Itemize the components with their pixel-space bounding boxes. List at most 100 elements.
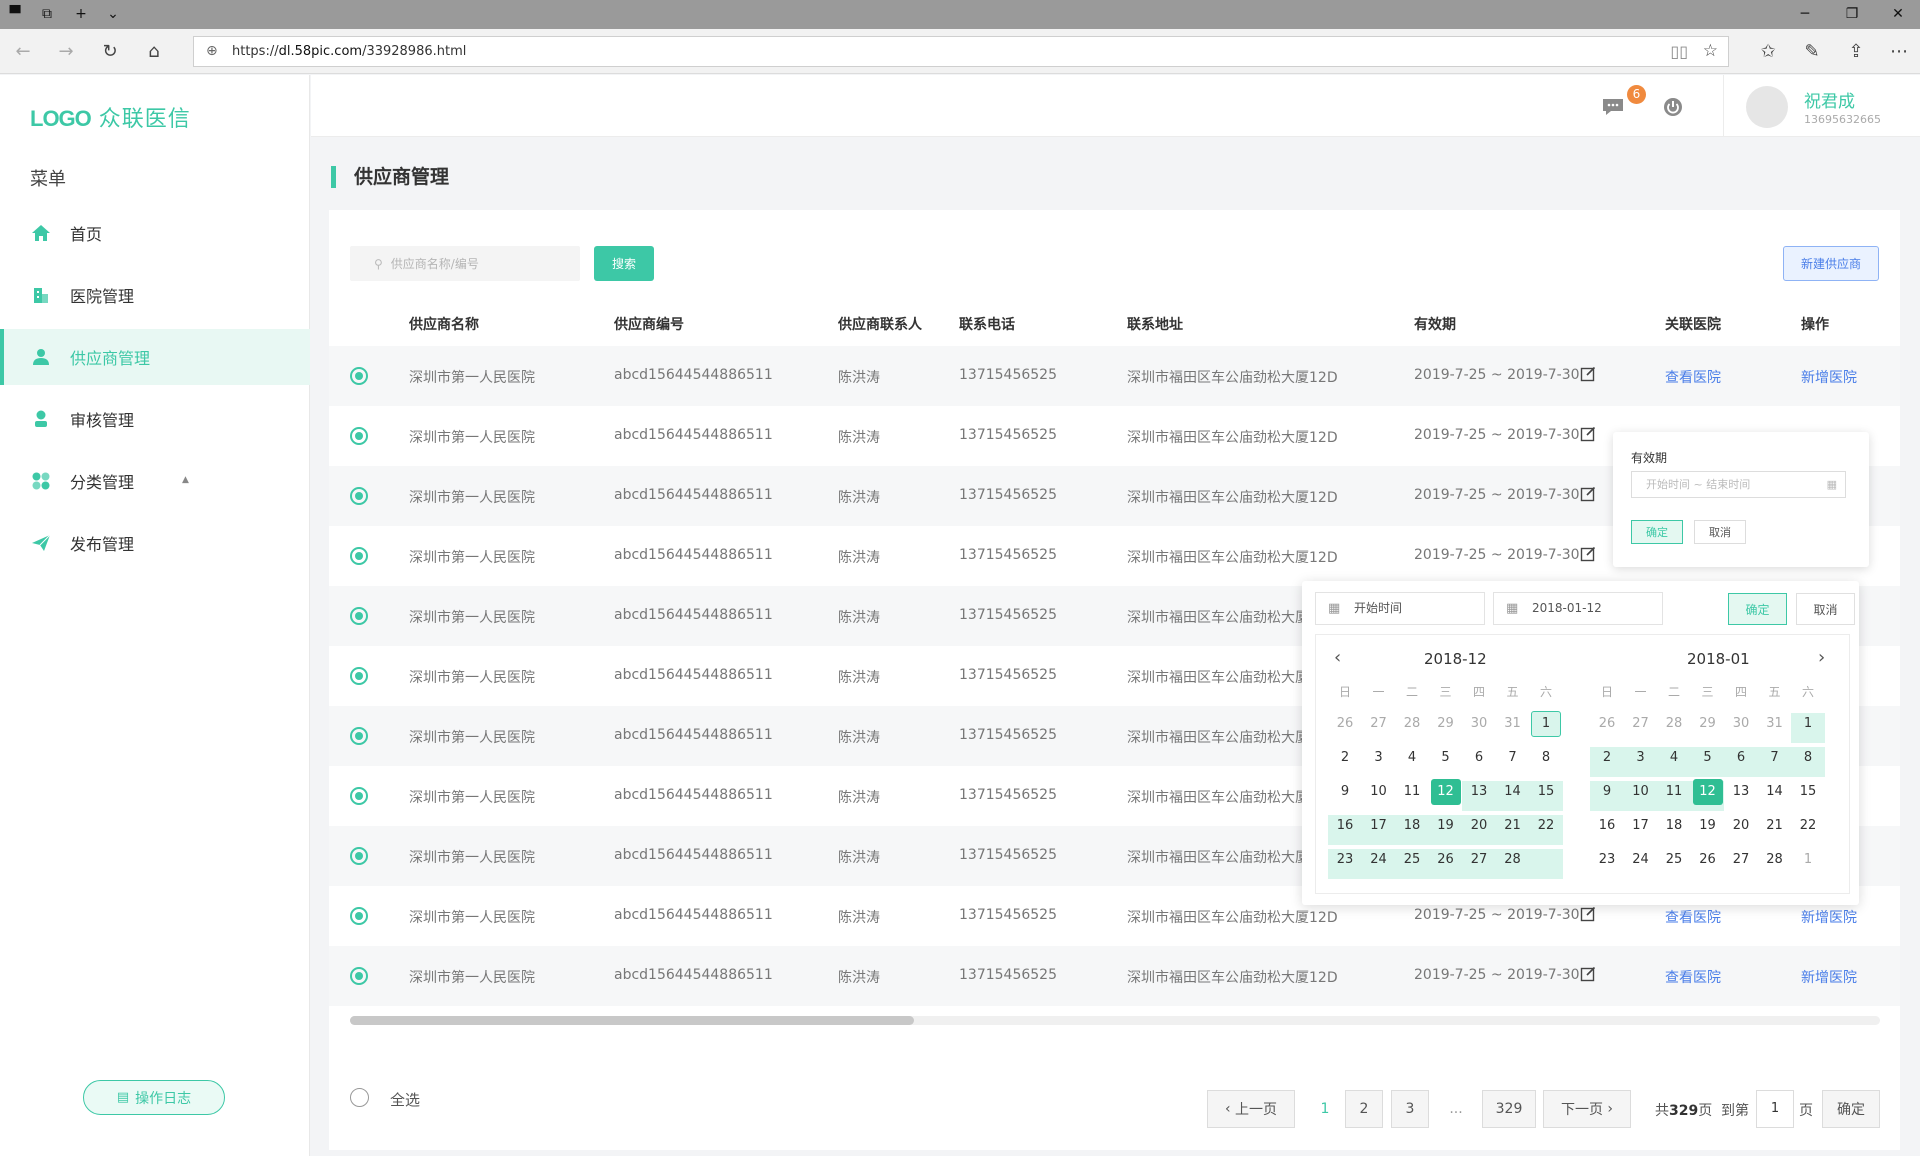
tab-list-chevron-icon[interactable]: ⌄ xyxy=(104,6,122,22)
calendar-day[interactable]: 22 xyxy=(1531,813,1561,839)
search-input[interactable]: ⚲ 供应商名称/编号 xyxy=(350,246,580,281)
end-date-input[interactable]: ▦ 2018-01-12 xyxy=(1493,592,1663,625)
table-row[interactable]: 深圳市第一人民医院 abcd15644544886511 陈洪涛 1371545652… xyxy=(329,346,1900,406)
calendar-day[interactable]: 4 xyxy=(1659,745,1689,771)
row-radio[interactable] xyxy=(350,667,368,685)
page-last[interactable]: 329 xyxy=(1482,1090,1536,1128)
calendar-day[interactable]: 24 xyxy=(1626,847,1656,873)
new-supplier-button[interactable]: 新建供应商 xyxy=(1783,246,1879,281)
calendar-day[interactable]: 28 xyxy=(1397,711,1427,737)
calendar-day[interactable]: 21 xyxy=(1760,813,1790,839)
calendar-day[interactable]: 19 xyxy=(1693,813,1723,839)
tab-actions-icon[interactable]: ▀ xyxy=(6,6,24,22)
sidebar-item-hospital[interactable]: 医院管理 xyxy=(0,267,310,323)
calendar-day[interactable]: 28 xyxy=(1659,711,1689,737)
calendar-day[interactable]: 27 xyxy=(1726,847,1756,873)
more-icon[interactable]: ⋯ xyxy=(1888,41,1910,63)
calendar-day[interactable]: 27 xyxy=(1626,711,1656,737)
edit-icon[interactable] xyxy=(1580,366,1596,382)
address-bar[interactable]: ⊕ https://dl.58pic.com/33928986.html ▯▯ … xyxy=(193,36,1729,67)
page-2[interactable]: 2 xyxy=(1345,1090,1383,1128)
datepicker-cancel-button[interactable]: 取消 xyxy=(1796,593,1855,625)
sidebar-item-supplier[interactable]: 供应商管理 xyxy=(0,329,310,385)
calendar-day[interactable]: 9 xyxy=(1330,779,1360,805)
row-radio[interactable] xyxy=(350,487,368,505)
calendar-day[interactable]: 14 xyxy=(1760,779,1790,805)
start-date-input[interactable]: ▦ 开始时间 xyxy=(1315,592,1485,625)
calendar-day[interactable]: 29 xyxy=(1693,711,1723,737)
add-hospital-link[interactable]: 新增医院 xyxy=(1801,907,1857,927)
calendar-day[interactable]: 22 xyxy=(1793,813,1823,839)
calendar-day[interactable]: 26 xyxy=(1431,847,1461,873)
calendar-day[interactable]: 1 xyxy=(1793,847,1823,873)
row-radio[interactable] xyxy=(350,607,368,625)
calendar-day[interactable]: 10 xyxy=(1626,779,1656,805)
calendar-day[interactable]: 30 xyxy=(1726,711,1756,737)
calendar-day[interactable]: 8 xyxy=(1531,745,1561,771)
message-icon[interactable] xyxy=(1601,97,1625,121)
calendar-day[interactable]: 9 xyxy=(1592,779,1622,805)
back-icon[interactable]: ← xyxy=(12,41,34,63)
calendar-day[interactable]: 12 xyxy=(1430,779,1461,805)
close-window-icon[interactable]: ✕ xyxy=(1878,4,1918,24)
pen-icon[interactable]: ✎ xyxy=(1801,41,1823,63)
sidebar-item-category[interactable]: 分类管理 ▲ xyxy=(0,453,310,509)
goto-page-input[interactable]: 1 xyxy=(1756,1090,1794,1128)
view-hospital-link[interactable]: 查看医院 xyxy=(1665,967,1721,987)
edit-icon[interactable] xyxy=(1580,546,1596,562)
calendar-day[interactable]: 10 xyxy=(1364,779,1394,805)
minimize-icon[interactable]: ─ xyxy=(1785,4,1825,24)
reading-view-icon[interactable]: ▯▯ xyxy=(1670,42,1688,61)
calendar-day[interactable]: 27 xyxy=(1364,711,1394,737)
calendar-day[interactable]: 25 xyxy=(1659,847,1689,873)
calendar-day[interactable]: 20 xyxy=(1726,813,1756,839)
calendar-day[interactable]: 20 xyxy=(1464,813,1494,839)
calendar-day[interactable]: 6 xyxy=(1464,745,1494,771)
operation-log-button[interactable]: ▤ 操作日志 xyxy=(83,1080,225,1115)
calendar-day[interactable]: 6 xyxy=(1726,745,1756,771)
row-radio[interactable] xyxy=(350,427,368,445)
select-all-radio[interactable] xyxy=(350,1088,369,1107)
calendar-day[interactable]: 24 xyxy=(1364,847,1394,873)
calendar-day[interactable]: 12 xyxy=(1692,779,1723,805)
favorite-star-icon[interactable]: ☆ xyxy=(1703,41,1718,61)
calendar-day[interactable]: 30 xyxy=(1464,711,1494,737)
calendar-day[interactable]: 13 xyxy=(1726,779,1756,805)
calendar-day[interactable]: 7 xyxy=(1498,745,1528,771)
calendar-day[interactable]: 11 xyxy=(1397,779,1427,805)
datepicker-confirm-button[interactable]: 确定 xyxy=(1728,593,1787,625)
table-row[interactable]: 深圳市第一人民医院 abcd15644544886511 陈洪涛 1371545652… xyxy=(329,946,1900,1006)
prev-page-button[interactable]: ‹ 上一页 xyxy=(1207,1090,1295,1128)
calendar-day[interactable]: 3 xyxy=(1364,745,1394,771)
forward-icon[interactable]: → xyxy=(55,41,77,63)
sidebar-item-home[interactable]: 首页 xyxy=(0,205,310,261)
calendar-day[interactable]: 3 xyxy=(1626,745,1656,771)
new-tab-icon[interactable]: + xyxy=(72,6,90,22)
favorites-icon[interactable]: ✩ xyxy=(1757,41,1779,63)
validity-range-input[interactable]: 开始时间 ~ 结束时间 ▦ xyxy=(1631,471,1846,498)
calendar-day[interactable]: 5 xyxy=(1693,745,1723,771)
view-hospital-link[interactable]: 查看医院 xyxy=(1665,907,1721,927)
calendar-day[interactable]: 18 xyxy=(1397,813,1427,839)
calendar-day[interactable]: 14 xyxy=(1498,779,1528,805)
calendar-day[interactable]: 2 xyxy=(1592,745,1622,771)
calendar-day[interactable]: 5 xyxy=(1431,745,1461,771)
sidebar-item-publish[interactable]: 发布管理 xyxy=(0,515,310,571)
calendar-day[interactable]: 2 xyxy=(1330,745,1360,771)
calendar-day[interactable]: 28 xyxy=(1760,847,1790,873)
popover-confirm-button[interactable]: 确定 xyxy=(1631,520,1683,544)
calendar-day[interactable]: 21 xyxy=(1498,813,1528,839)
calendar-day[interactable]: 29 xyxy=(1431,711,1461,737)
calendar-day[interactable]: 7 xyxy=(1760,745,1790,771)
tab-switcher-icon[interactable]: ⧉ xyxy=(38,6,56,22)
calendar-day[interactable]: 11 xyxy=(1659,779,1689,805)
edit-icon[interactable] xyxy=(1580,966,1596,982)
page-3[interactable]: 3 xyxy=(1391,1090,1429,1128)
sidebar-item-audit[interactable]: 审核管理 xyxy=(0,391,310,447)
calendar-day[interactable]: 16 xyxy=(1330,813,1360,839)
row-radio[interactable] xyxy=(350,367,368,385)
calendar-day[interactable]: 25 xyxy=(1397,847,1427,873)
row-radio[interactable] xyxy=(350,787,368,805)
calendar-day[interactable]: 27 xyxy=(1464,847,1494,873)
power-icon[interactable] xyxy=(1663,97,1683,121)
